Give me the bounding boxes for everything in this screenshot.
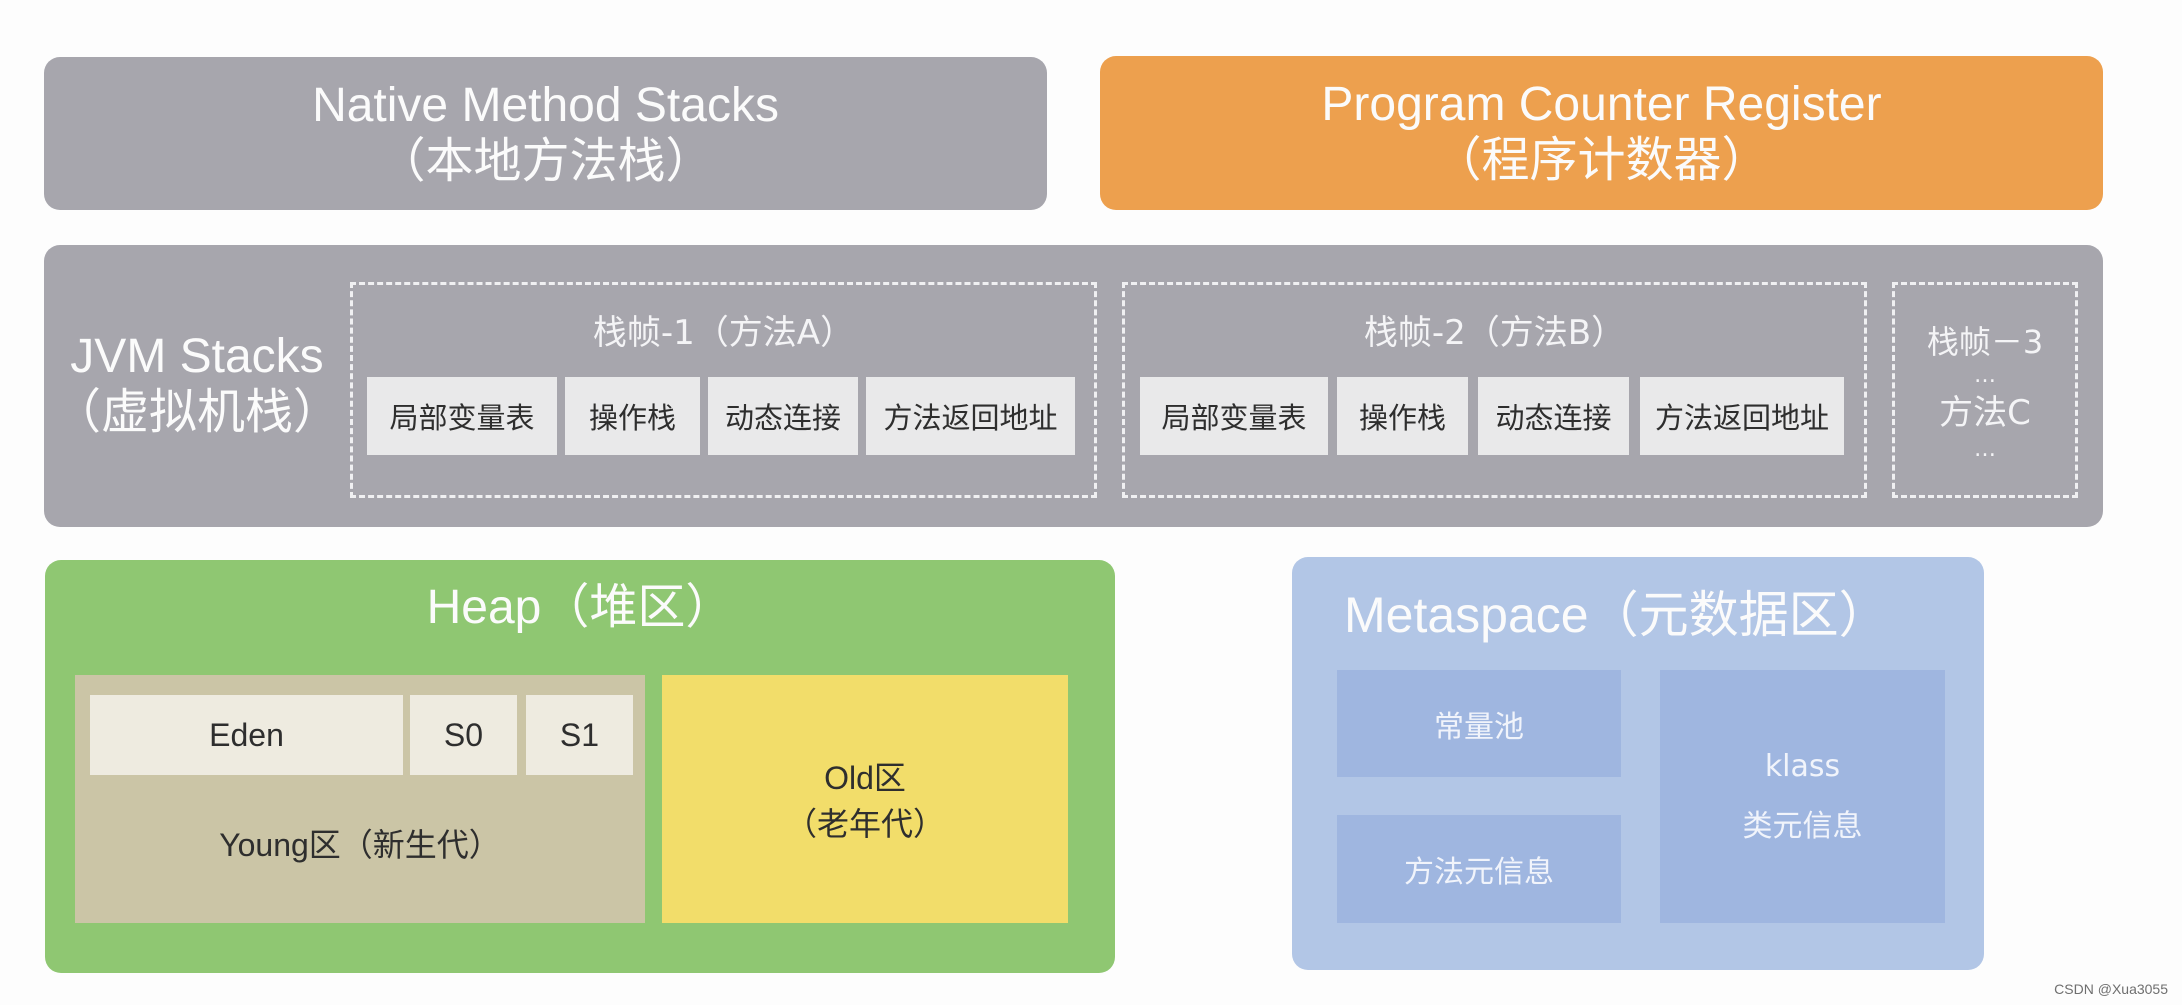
old-generation: Old区 （老年代） (662, 675, 1068, 923)
eden-space: Eden (90, 695, 403, 775)
return-address: 方法返回地址 (1640, 377, 1844, 455)
program-counter-register-subtitle: （程序计数器） (1433, 134, 1770, 187)
constant-pool-label: 常量池 (1434, 709, 1524, 745)
local-variable-table: 局部变量表 (1140, 377, 1328, 455)
klass-sublabel: 类元信息 (1742, 808, 1863, 844)
native-method-stacks-panel: Native Method Stacks （本地方法栈） (44, 57, 1047, 210)
program-counter-register-panel: Program Counter Register （程序计数器） (1100, 56, 2103, 210)
heap-title: Heap（堆区） (426, 581, 734, 634)
stack-frame-2-title: 栈帧-2（方法B） (1363, 313, 1626, 353)
constant-pool: 常量池 (1337, 670, 1621, 777)
stack-frame-1-title: 栈帧-1（方法A） (592, 313, 855, 353)
program-counter-register-title: Program Counter Register (1321, 78, 1882, 131)
local-variable-table: 局部变量表 (367, 377, 557, 455)
operand-stack: 操作栈 (565, 377, 700, 455)
jvm-stacks-subtitle: （虚拟机栈） (52, 386, 341, 439)
stack-frame-3-title: 栈帧－3 (1926, 323, 2044, 361)
method-c-label: 方法C (1939, 393, 2031, 433)
method-metadata: 方法元信息 (1337, 815, 1621, 923)
dynamic-linking: 动态连接 (708, 377, 858, 455)
old-generation-label: Old区 (824, 760, 906, 796)
survivor-s0: S0 (410, 695, 517, 775)
return-address: 方法返回地址 (866, 377, 1075, 455)
jvm-stacks-label: JVM Stacks （虚拟机栈） (52, 325, 342, 445)
watermark: CSDN @Xua3055 (2054, 981, 2168, 997)
jvm-stacks-title: JVM Stacks (70, 330, 324, 383)
klass-label: klass (1764, 748, 1841, 784)
ellipsis-bottom: … (1974, 437, 1996, 462)
native-method-stacks-subtitle: （本地方法栈） (377, 134, 714, 188)
dynamic-linking: 动态连接 (1478, 377, 1629, 455)
young-generation-label: Young区（新生代） (219, 827, 501, 863)
native-method-stacks-title: Native Method Stacks (312, 78, 779, 132)
survivor-s1: S1 (526, 695, 633, 775)
ellipsis-top: … (1974, 363, 1996, 388)
klass-metadata: klass 类元信息 (1660, 670, 1945, 923)
old-generation-sublabel: （老年代） (784, 806, 945, 842)
stack-frame-3: 栈帧－3 … 方法C … (1892, 282, 2078, 498)
method-metadata-label: 方法元信息 (1404, 855, 1554, 890)
metaspace-title: Metaspace（元数据区） (1344, 587, 1889, 643)
operand-stack: 操作栈 (1337, 377, 1468, 455)
